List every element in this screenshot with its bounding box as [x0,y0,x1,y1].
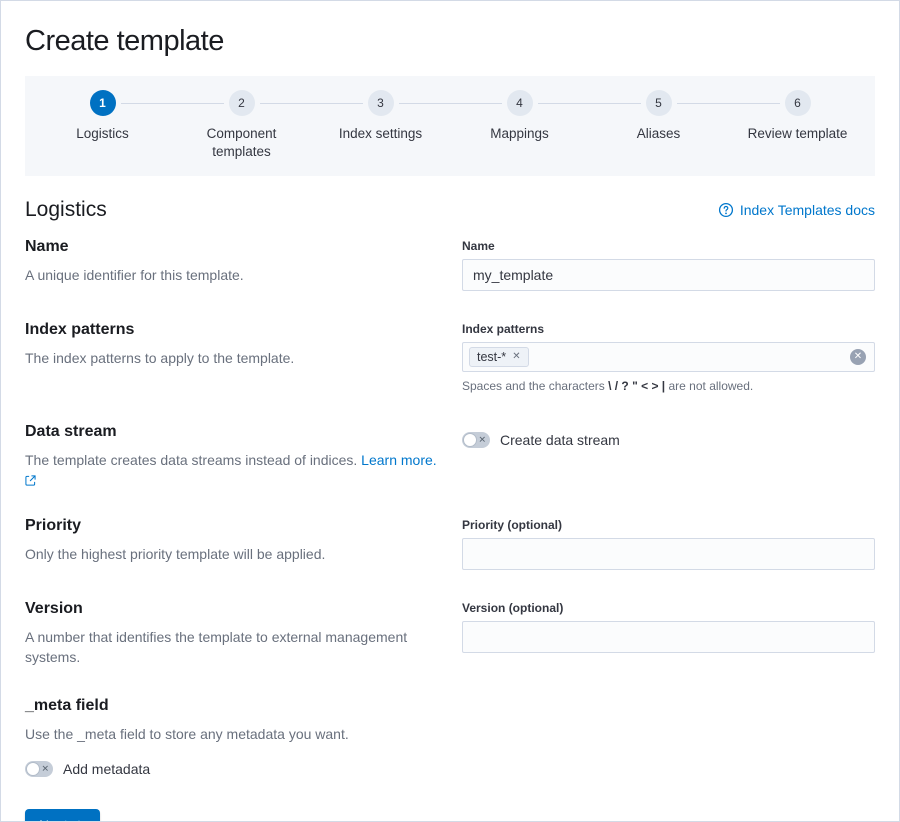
section-header: Logistics Index Templates docs [25,198,875,222]
step-number: 4 [507,90,533,116]
name-field-label: Name [462,239,875,253]
step-number: 2 [229,90,255,116]
version-row-description: A number that identifies the template to… [25,627,438,668]
step-index-settings[interactable]: 3 Index settings [311,90,450,160]
step-label: Review template [748,125,848,143]
priority-form-row: Priority Only the highest priority templ… [25,517,875,570]
version-field-label: Version (optional) [462,601,875,615]
index-patterns-field-col: Index patterns test-* ✕ ✕ Spaces and the… [462,321,875,393]
step-aliases[interactable]: 5 Aliases [589,90,728,160]
version-description-col: Version A number that identifies the tem… [25,600,438,668]
priority-description-col: Priority Only the highest priority templ… [25,517,438,570]
external-link-icon [25,475,36,486]
step-number: 5 [646,90,672,116]
step-label: Index settings [339,125,422,143]
priority-input[interactable] [462,538,875,570]
step-label: Logistics [76,125,129,143]
step-mappings[interactable]: 4 Mappings [450,90,589,160]
page-title: Create template [25,25,875,58]
name-description-col: Name A unique identifier for this templa… [25,238,438,291]
version-field-col: Version (optional) [462,600,875,668]
step-component-templates[interactable]: 2 Component templates [172,90,311,160]
version-form-row: Version A number that identifies the tem… [25,600,875,668]
priority-field-col: Priority (optional) [462,517,875,570]
create-data-stream-switch-row: ✕ Create data stream [462,424,875,448]
add-metadata-switch-row: ✕ Add metadata [25,761,875,777]
meta-row-title: _meta field [25,697,875,715]
create-data-stream-toggle[interactable]: ✕ [462,432,490,448]
toggle-off-icon: ✕ [478,436,486,445]
index-pattern-badge: test-* ✕ [469,347,529,367]
meta-field-block: _meta field Use the _meta field to store… [25,697,875,776]
index-patterns-help-text: Spaces and the characters \ / ? " < > | … [462,379,875,393]
step-number: 3 [368,90,394,116]
index-patterns-row-title: Index patterns [25,321,438,339]
clear-patterns-icon[interactable]: ✕ [850,349,866,365]
index-patterns-combobox[interactable]: test-* ✕ ✕ [462,342,875,372]
data-stream-row-title: Data stream [25,423,438,441]
index-pattern-badge-label: test-* [477,349,506,365]
disallowed-characters: \ / ? " < > | [608,379,665,393]
docs-link-label: Index Templates docs [740,202,875,218]
wizard-stepper: 1 Logistics 2 Component templates 3 Inde… [25,76,875,176]
priority-field-label: Priority (optional) [462,518,875,532]
data-stream-field-col: ✕ Create data stream [462,423,875,491]
toggle-thumb [463,433,477,447]
name-form-row: Name A unique identifier for this templa… [25,238,875,291]
step-label: Component templates [187,125,297,160]
next-button[interactable]: Next [25,809,100,822]
step-number: 1 [90,90,116,116]
step-label: Mappings [490,125,549,143]
step-label: Aliases [637,125,681,143]
toggle-thumb [26,762,40,776]
remove-pattern-icon[interactable]: ✕ [512,349,520,365]
name-field-col: Name [462,238,875,291]
version-input[interactable] [462,621,875,653]
add-metadata-label: Add metadata [63,761,150,777]
name-row-description: A unique identifier for this template. [25,265,438,285]
index-templates-docs-link[interactable]: Index Templates docs [718,202,875,218]
data-stream-form-row: Data stream The template creates data st… [25,423,875,491]
create-data-stream-label: Create data stream [500,432,620,448]
docs-icon [718,202,734,218]
data-stream-description-col: Data stream The template creates data st… [25,423,438,491]
step-logistics[interactable]: 1 Logistics [33,90,172,160]
add-metadata-toggle[interactable]: ✕ [25,761,53,777]
name-input[interactable] [462,259,875,291]
index-patterns-form-row: Index patterns The index patterns to app… [25,321,875,393]
create-template-page: Create template 1 Logistics 2 Component … [0,0,900,822]
data-stream-row-description: The template creates data streams instea… [25,450,438,491]
index-patterns-row-description: The index patterns to apply to the templ… [25,348,438,368]
toggle-off-icon: ✕ [41,764,49,773]
version-row-title: Version [25,600,438,618]
index-patterns-description-col: Index patterns The index patterns to app… [25,321,438,393]
step-number: 6 [785,90,811,116]
learn-more-link[interactable]: Learn more. [361,452,436,468]
index-patterns-field-label: Index patterns [462,322,875,336]
name-row-title: Name [25,238,438,256]
step-review-template[interactable]: 6 Review template [728,90,867,160]
section-title: Logistics [25,198,107,222]
priority-row-description: Only the highest priority template will … [25,544,438,564]
meta-row-description: Use the _meta field to store any metadat… [25,724,875,744]
next-button-label: Next [39,817,68,822]
priority-row-title: Priority [25,517,438,535]
